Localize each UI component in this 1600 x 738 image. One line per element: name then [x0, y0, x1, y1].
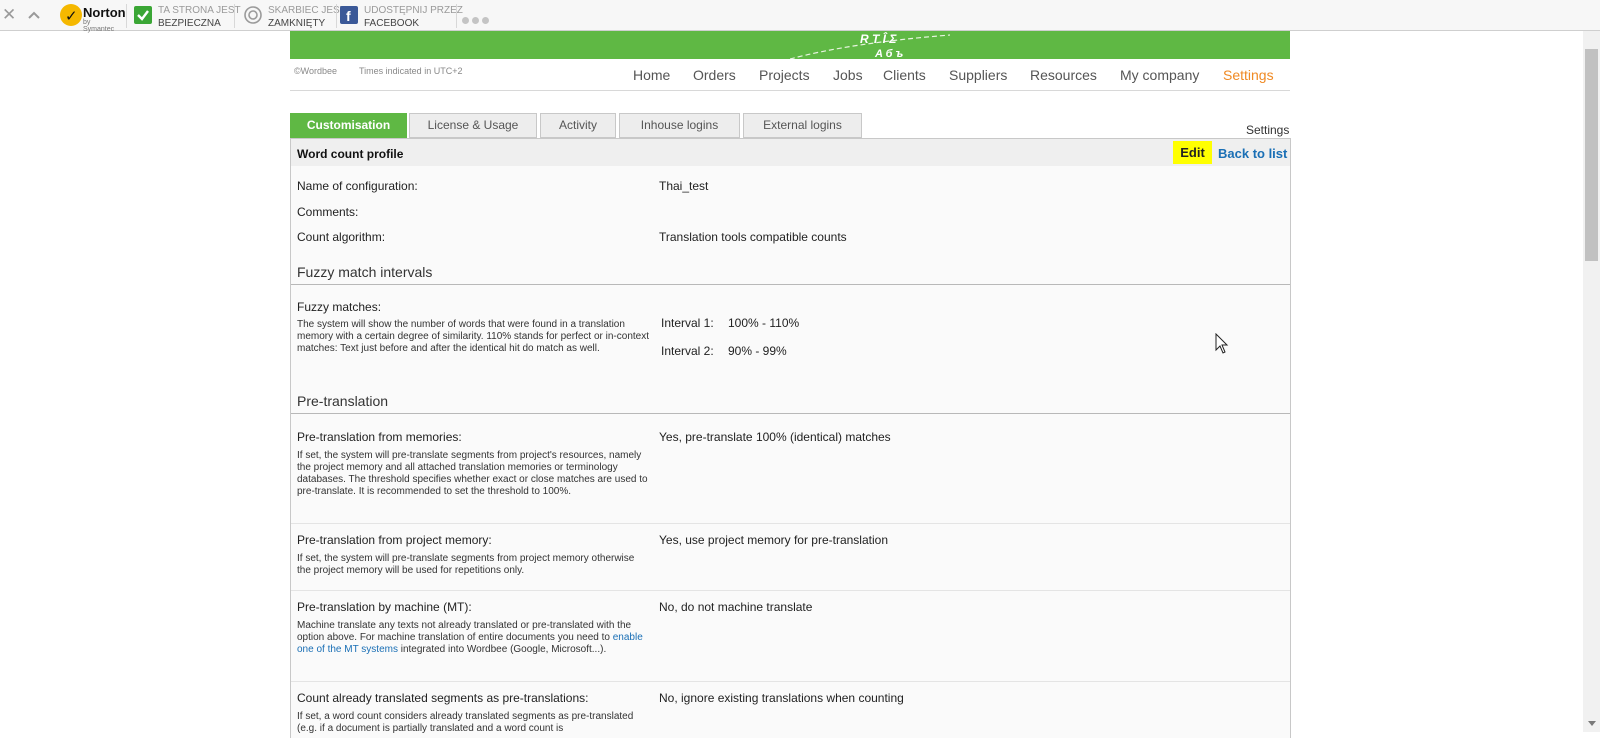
panel-header: Word count profile Edit Back to list — [291, 139, 1290, 166]
safe-site-line1: TA STRONA JEST — [158, 5, 241, 16]
mouse-cursor-icon — [1215, 333, 1229, 354]
nav-clients[interactable]: Clients — [883, 67, 926, 83]
scroll-down-icon[interactable] — [1588, 721, 1596, 726]
section-divider — [291, 284, 1290, 285]
toolbar-divider — [234, 4, 235, 28]
pt-project-memory-label: Pre-translation from project memory: — [297, 533, 492, 547]
pt-count-translated-value: No, ignore existing translations when co… — [659, 691, 904, 705]
interval-2-label: Interval 2: — [661, 344, 714, 358]
pt-memories-description: If set, the system will pre-translate se… — [297, 450, 648, 497]
pt-project-memory-value: Yes, use project memory for pre-translat… — [659, 533, 888, 547]
scrollbar-thumb[interactable] — [1585, 49, 1598, 261]
algorithm-label: Count algorithm: — [297, 230, 386, 244]
norton-check-icon: ✓ — [60, 4, 82, 26]
panel-title: Word count profile — [297, 147, 404, 161]
tab-external-logins[interactable]: External logins — [743, 113, 862, 138]
pt-machine-description: Machine translate any texts not already … — [297, 620, 649, 656]
page-scrollbar[interactable] — [1583, 31, 1600, 732]
nav-settings[interactable]: Settings — [1223, 67, 1274, 83]
facebook-icon: f — [340, 6, 358, 24]
algorithm-value: Translation tools compatible counts — [659, 230, 847, 244]
nav-home[interactable]: Home — [633, 67, 670, 83]
norton-toolbar: ✕ ✓ Norton by Symantec TA STRONA JEST BE… — [0, 0, 1600, 33]
svg-text:f: f — [346, 8, 351, 24]
header-banner: R T Î Σ A б ъ — [290, 31, 1290, 59]
nav-resources[interactable]: Resources — [1030, 67, 1097, 83]
pt-count-translated-description: If set, a word count considers already t… — [297, 711, 634, 734]
pt-machine-value: No, do not machine translate — [659, 600, 813, 614]
vault-line1: SKARBIEC JEST — [268, 5, 346, 16]
norton-name: Norton — [83, 5, 126, 20]
pt-count-translated-label: Count already translated segments as pre… — [297, 691, 589, 705]
comments-label: Comments: — [297, 205, 359, 219]
nav-divider — [290, 90, 1290, 91]
pt-machine-desc-text-end: integrated into Wordbee (Google, Microso… — [397, 644, 607, 655]
word-count-profile-panel: Word count profile Edit Back to list Nam… — [290, 138, 1291, 738]
svg-text:R T Î Σ: R T Î Σ — [860, 31, 897, 46]
chevron-up-icon[interactable] — [27, 9, 41, 21]
timezone-note: Times indicated in UTC+2 — [359, 66, 463, 76]
section-pretranslation: Pre-translation — [297, 393, 389, 409]
row-divider — [291, 681, 1290, 682]
facebook-line1: UDOSTĘPNIJ PRZEZ — [364, 5, 463, 16]
wordbee-logo-art: R T Î Σ A б ъ — [790, 31, 951, 59]
fuzzy-label: Fuzzy matches: — [297, 300, 382, 314]
toolbar-divider — [456, 4, 457, 28]
row-divider — [291, 590, 1290, 591]
copyright: ©Wordbee — [294, 66, 337, 76]
vault-icon — [244, 6, 262, 24]
tab-customisation[interactable]: Customisation — [290, 113, 407, 138]
tab-activity[interactable]: Activity — [540, 113, 616, 138]
nav-projects[interactable]: Projects — [759, 67, 810, 83]
breadcrumb: Settings — [1246, 123, 1290, 137]
section-divider — [291, 413, 1290, 414]
nav-suppliers[interactable]: Suppliers — [949, 67, 1007, 83]
interval-1-label: Interval 1: — [661, 316, 714, 330]
pt-memories-label: Pre-translation from memories: — [297, 430, 462, 444]
nav-my-company[interactable]: My company — [1120, 67, 1199, 83]
edit-button[interactable]: Edit — [1173, 141, 1212, 164]
norton-sub: by Symantec — [83, 19, 115, 33]
close-icon[interactable]: ✕ — [2, 6, 16, 23]
tab-license-usage[interactable]: License & Usage — [409, 113, 537, 138]
safe-site-line2: BEZPIECZNA — [158, 18, 221, 29]
row-divider — [291, 523, 1290, 524]
facebook-line2: FACEBOOK — [364, 18, 420, 29]
back-to-list-link[interactable]: Back to list — [1218, 146, 1287, 161]
pt-machine-label: Pre-translation by machine (MT): — [297, 600, 472, 614]
fuzzy-description: The system will show the number of words… — [297, 319, 649, 354]
interval-2-value: 90% - 99% — [728, 344, 787, 358]
pt-memories-value: Yes, pre-translate 100% (identical) matc… — [659, 430, 891, 444]
toolbar-divider — [126, 4, 127, 28]
vault-line2: ZAMKNIĘTY — [268, 18, 326, 29]
tab-inhouse-logins[interactable]: Inhouse logins — [619, 113, 740, 138]
name-value: Thai_test — [659, 179, 709, 193]
nav-orders[interactable]: Orders — [693, 67, 736, 83]
toolbar-divider — [336, 4, 337, 28]
pt-machine-desc-text: Machine translate any texts not already … — [297, 620, 632, 643]
svg-text:A б ъ: A б ъ — [874, 48, 903, 59]
interval-1-value: 100% - 110% — [728, 316, 800, 330]
shield-check-icon — [134, 6, 152, 24]
name-label: Name of configuration: — [297, 179, 418, 193]
pt-project-memory-description: If set, the system will pre-translate se… — [297, 553, 635, 576]
more-icon[interactable] — [462, 11, 492, 29]
nav-jobs[interactable]: Jobs — [833, 67, 863, 83]
section-fuzzy: Fuzzy match intervals — [297, 264, 433, 280]
